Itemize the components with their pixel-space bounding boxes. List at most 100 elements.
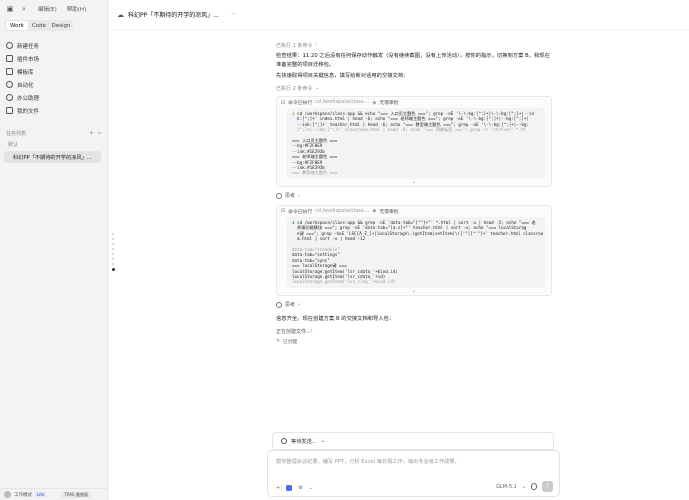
timeline-dot[interactable] <box>112 248 114 250</box>
folder-icon <box>6 107 13 114</box>
executed-commands-toggle[interactable]: 已执行 1 条命令 › <box>276 40 552 50</box>
output-line: --bg:#F2F0E9 <box>292 143 323 149</box>
shield-check-icon: ◈ <box>372 99 377 106</box>
output-line: data-tab="schedule" <box>292 246 340 252</box>
chevron-right-icon: › <box>310 328 313 335</box>
output-line: localStorage.getItem('lsr_cloq_'+bind.id… <box>292 279 396 285</box>
mode-design[interactable]: Design <box>50 21 72 30</box>
command-code: ▮ cd /workspace/class-app && grep -oE 'd… <box>287 216 545 288</box>
nav-assistant[interactable]: 办公助理 <box>0 91 107 104</box>
command-card-header[interactable]: ⊡ 命令已执行 cd /workspace/class-... ◈ 无需审批 <box>277 97 551 108</box>
composer-placeholder[interactable]: 帮你整理会议纪要，编写 PPT，分析 Excel 每日周工作，输出专业级工作成果… <box>276 458 460 465</box>
command-card-header[interactable]: ⊡ 命令已执行 cd /workspace/class-... ◈ 无需审批 <box>277 206 551 217</box>
timeline-dot[interactable] <box>112 263 114 265</box>
nav-label: 自动化 <box>17 82 34 89</box>
timeline-dot-current[interactable] <box>111 268 115 271</box>
task-item-active[interactable]: 科幻PP「不期待的开学的凉风」... <box>4 151 101 163</box>
timeline-dot[interactable] <box>112 253 114 255</box>
code-line: e键 ==="; grep -hoE 'LSC[A-Z_]+|localStor… <box>297 230 544 236</box>
nav-label: 模板库 <box>17 69 34 76</box>
mode-work[interactable]: Work <box>6 21 28 30</box>
assistant-message: 先快速取得项目关键信息，填写给新对话用的交接文档： <box>276 73 409 79</box>
bullet-icon: ▮ <box>292 111 295 116</box>
assistant-message: 信息齐全。现在创建方案 B 的交接文档和导入包： <box>276 315 395 322</box>
chat-stream: 已执行 1 条命令 › 检查结果：11:20 之后没有任何保存动作触发（没有继续截… <box>276 40 552 346</box>
timeline-dot[interactable] <box>112 233 114 235</box>
timeline-dot[interactable] <box>112 243 114 245</box>
send-button[interactable]: ↑ <box>542 481 553 492</box>
thinking-label: 思考 <box>285 193 296 200</box>
nav-label: 办公助理 <box>17 95 40 102</box>
created-label: 已创建 <box>283 339 298 345</box>
executed-commands-toggle[interactable]: 已执行 2 条命令 ⌄ <box>276 83 552 93</box>
filter-icon[interactable]: ▿ <box>98 130 101 137</box>
nav-automation[interactable]: 自动化 <box>0 78 107 91</box>
timeline-dot[interactable] <box>112 258 114 260</box>
assistant-message: 检查结果：11:20 之后没有任何保存动作触发（没有继续截图，没有上传活动），按… <box>276 53 550 68</box>
skill-icon[interactable] <box>286 485 293 491</box>
composer-actions: GLM-5.1 ⌄ ↑ <box>496 481 553 492</box>
add-attachment-icon[interactable]: + <box>276 485 280 491</box>
task-group-default[interactable]: 默认 <box>0 139 107 150</box>
thought-icon <box>276 301 282 308</box>
code-line: 师端功能模块 ==="; grep -oE 'data-tab="[a-z]+"… <box>297 225 527 231</box>
queued-message-bar[interactable]: 等待发送... ⌄ <box>272 432 554 450</box>
mode-code[interactable]: Code <box>28 21 50 30</box>
nav-my-files[interactable]: 我的文件 <box>0 104 107 117</box>
conversation-title[interactable]: 科幻PP「不期待的开学的凉风」... <box>128 10 219 19</box>
assistant-icon <box>6 94 13 101</box>
command-path: cd /workspace/class-... <box>315 100 370 105</box>
add-task-icon[interactable]: + <box>89 130 94 137</box>
expand-output-button[interactable]: ⌄ <box>277 179 551 186</box>
mode-switcher: Work Code Design <box>5 20 73 31</box>
settings-icon[interactable]: ⚙ <box>298 485 302 491</box>
output-line: data-tab="settings" <box>292 252 340 258</box>
search-icon[interactable]: ⌕ <box>20 5 28 13</box>
code-line: m.html | sort -u | head -12 <box>297 236 366 242</box>
created-file-link[interactable]: ✎ 已创建 <box>276 336 552 346</box>
nav-new-task[interactable]: 新建任务 <box>0 39 107 52</box>
command-code: ▮ cd /workspace/class-app && echo "=== 入… <box>287 108 545 179</box>
timeline-scrubber[interactable] <box>111 230 115 300</box>
conversation-header: ☁ 科幻PP「不期待的开学的凉风」... ··· <box>109 0 689 30</box>
approval-status: 无需审批 <box>379 209 399 215</box>
message-composer[interactable]: 帮你整理会议纪要，编写 PPT，分析 Excel 每日周工作，输出专业级工作成果… <box>267 450 560 497</box>
expand-output-button[interactable]: ⌄ <box>277 288 551 295</box>
output-line: localStorage.getItem('lsr_cdata_'+bind.i… <box>292 268 398 274</box>
nav-templates[interactable]: 模板库 <box>0 65 107 78</box>
brand-badge[interactable]: TRAE 截图版 <box>61 491 91 498</box>
thinking-toggle[interactable]: 思考 › <box>276 299 552 311</box>
thought-icon <box>276 192 282 199</box>
nav-plugin-market[interactable]: 插件市场 <box>0 52 107 65</box>
output-line: data-tab="sync" <box>292 257 330 263</box>
menu-help[interactable]: 帮助(H) <box>67 5 86 13</box>
sidebar-toggle-icon[interactable]: ▣ <box>6 5 14 13</box>
command-card: ⊡ 命令已执行 cd /workspace/class-... ◈ 无需审批 ▮… <box>276 204 552 296</box>
sidebar-footer: 工作模式 Lite TRAE 截图版 <box>0 488 108 500</box>
thinking-label: 思考 <box>285 302 296 309</box>
microphone-icon[interactable] <box>531 483 537 490</box>
command-card: ⊡ 命令已执行 cd /workspace/class-... ◈ 无需审批 ▮… <box>276 96 552 187</box>
plus-circle-icon <box>6 42 13 49</box>
edit-icon: ✎ <box>276 338 281 344</box>
chevron-down-icon[interactable]: ⌄ <box>309 485 313 491</box>
chevron-right-icon: › <box>298 192 301 199</box>
sidebar: ▣ ⌕ 编辑(E) 帮助(H) Work Code Design 新建任务 插件… <box>0 0 108 500</box>
template-icon <box>6 68 13 75</box>
chevron-right-icon: › <box>298 301 301 308</box>
nav-label: 新建任务 <box>17 43 40 50</box>
chevron-right-icon: › <box>315 42 318 48</box>
bullet-icon: ▮ <box>292 219 295 225</box>
model-selector[interactable]: GLM-5.1 <box>496 484 517 490</box>
shield-check-icon: ◈ <box>372 208 377 215</box>
thinking-toggle[interactable]: 思考 › <box>276 190 552 202</box>
avatar[interactable] <box>4 491 11 498</box>
output-line: === 教室端主题色 === <box>292 170 338 176</box>
more-options-button[interactable]: ··· <box>231 11 237 18</box>
creating-file-status[interactable]: 正在创建文件... › <box>276 326 552 336</box>
plan-badge: Lite <box>35 492 47 497</box>
code-line: [^;]+|--ink:[^;]+' classroom.html | head… <box>297 127 526 133</box>
approval-status: 无需审批 <box>379 101 399 106</box>
timeline-dot[interactable] <box>112 238 114 240</box>
menu-edit[interactable]: 编辑(E) <box>38 5 57 13</box>
